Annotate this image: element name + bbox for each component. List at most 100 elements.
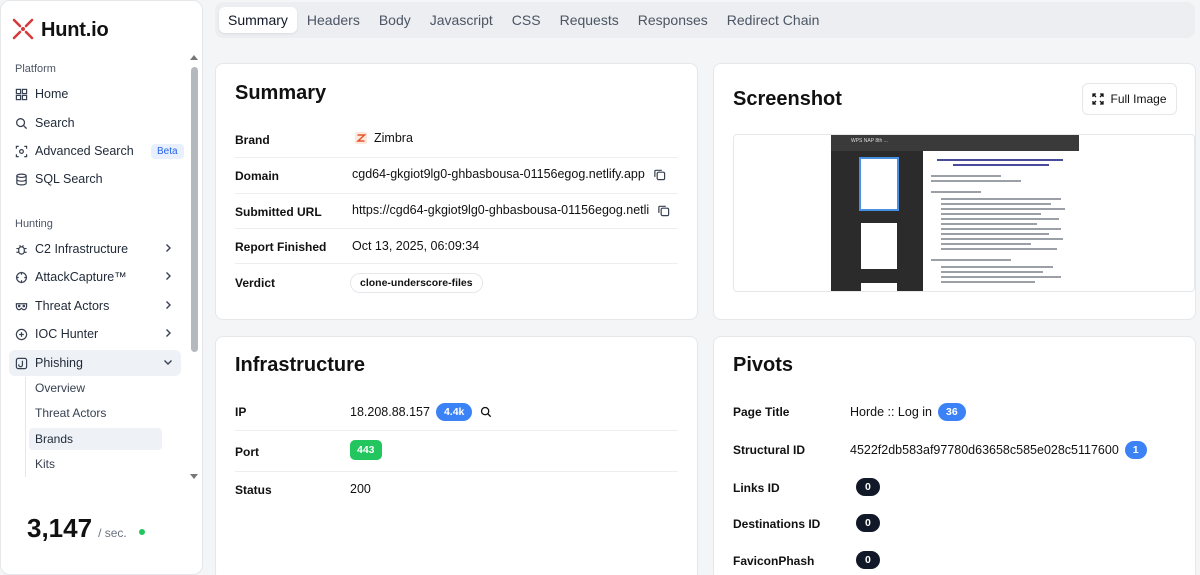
sidebar-item-home[interactable]: Home	[9, 81, 181, 107]
zimbra-logo-icon	[354, 131, 368, 145]
summary-title: Summary	[235, 82, 327, 104]
text-line	[941, 243, 1031, 245]
text-line	[931, 191, 981, 193]
sidebar-item-search[interactable]: Search	[9, 110, 181, 136]
full-image-label: Full Image	[1110, 92, 1167, 106]
live-status-dot	[138, 529, 145, 535]
submenu-divider	[25, 377, 26, 477]
tab-headers[interactable]: Headers	[298, 7, 369, 33]
sidebar-item-label: SQL Search	[35, 172, 103, 186]
ip-address[interactable]: 18.208.88.157	[350, 405, 430, 419]
page-title-value: Horde :: Log in 36	[850, 403, 966, 421]
scroll-down-arrow[interactable]	[190, 474, 198, 479]
tab-body[interactable]: Body	[370, 7, 420, 33]
full-image-button[interactable]: Full Image	[1082, 83, 1177, 115]
chevron-right-icon	[166, 244, 171, 252]
logo[interactable]: Hunt.io	[11, 17, 109, 44]
favicon-phash-value: 0	[856, 551, 880, 569]
destinations-id-label: Destinations ID	[733, 517, 821, 531]
structural-id-label: Structural ID	[733, 443, 806, 457]
pivots-title: Pivots	[733, 354, 794, 376]
screenshot-card: Screenshot Full Image WPS NAP 8th ...	[713, 63, 1196, 320]
brand-name: Zimbra	[374, 131, 413, 145]
sidebar-item-label: AttackCapture™	[35, 270, 127, 284]
sidebar-subitem-overview[interactable]: Overview	[29, 377, 162, 399]
text-line	[953, 164, 1049, 166]
text-line	[941, 238, 1063, 240]
beta-badge: Beta	[151, 143, 184, 159]
status-value: 200	[350, 482, 371, 496]
ip-count-badge[interactable]: 4.4k	[435, 403, 473, 421]
chevron-down-icon	[164, 360, 172, 365]
text-line	[941, 203, 1051, 205]
favicon-phash-count-badge[interactable]: 0	[856, 551, 880, 569]
links-id-count-badge[interactable]: 0	[856, 478, 880, 496]
domain-text[interactable]: cgd64-gkgiot9lg0-ghbasbousa-01156egog.ne…	[352, 167, 645, 181]
sidebar-item-advanced-search[interactable]: Advanced Search Beta	[9, 138, 184, 164]
target-icon	[15, 328, 28, 341]
sidebar-item-attackcapture[interactable]: AttackCapture™	[9, 264, 181, 290]
verdict-badge[interactable]: clone-underscore-files	[350, 273, 483, 293]
verdict-value: clone-underscore-files	[350, 273, 483, 293]
pdf-thumbnail	[861, 223, 897, 269]
search-icon[interactable]	[480, 406, 492, 418]
chevron-right-icon	[166, 329, 171, 337]
links-id-label: Links ID	[733, 481, 780, 495]
tab-summary[interactable]: Summary	[219, 7, 297, 33]
sidebar-subitem-kits[interactable]: Kits	[29, 453, 162, 475]
row-divider	[235, 471, 678, 472]
page-title-count-badge[interactable]: 36	[938, 403, 966, 421]
sidebar-item-sql-search[interactable]: SQL Search	[9, 166, 181, 192]
structural-id-text[interactable]: 4522f2db583af97780d63658c585e028c5117600	[850, 443, 1119, 457]
row-divider	[235, 157, 678, 158]
links-id-value: 0	[856, 478, 880, 496]
sidebar-item-threat-actors[interactable]: Threat Actors	[9, 293, 181, 319]
sidebar-item-label: C2 Infrastructure	[35, 242, 129, 256]
copy-icon[interactable]	[657, 204, 670, 217]
tab-redirect-chain[interactable]: Redirect Chain	[718, 7, 829, 33]
chevron-right-icon	[166, 272, 171, 280]
tab-responses[interactable]: Responses	[629, 7, 717, 33]
sidebar-subitem-threat-actors[interactable]: Threat Actors	[29, 402, 162, 424]
infrastructure-title: Infrastructure	[235, 354, 366, 376]
url-text[interactable]: https://cgd64-gkgiot9lg0-ghbasbousa-0115…	[352, 203, 649, 217]
text-line	[941, 228, 1061, 230]
page-title-text[interactable]: Horde :: Log in	[850, 405, 932, 419]
screenshot-preview[interactable]: WPS NAP 8th ...	[733, 134, 1195, 292]
pdf-thumbnail	[859, 157, 899, 211]
domain-label: Domain	[235, 169, 280, 183]
chevron-right-icon	[166, 301, 171, 309]
brand-label: Brand	[235, 133, 270, 147]
submitted-url-label: Submitted URL	[235, 205, 322, 219]
verdict-label: Verdict	[235, 276, 276, 290]
pdf-viewer-preview: WPS NAP 8th ...	[831, 135, 1079, 291]
text-line	[941, 271, 1043, 273]
tab-javascript[interactable]: Javascript	[421, 7, 502, 33]
ip-label: IP	[235, 405, 247, 419]
port-badge[interactable]: 443	[350, 440, 382, 460]
sidebar-item-c2-infrastructure[interactable]: C2 Infrastructure	[9, 236, 181, 262]
text-line	[941, 233, 1049, 235]
pdf-page	[923, 151, 1079, 291]
summary-card: Summary Brand Zimbra Domain cgd64-gkgiot…	[215, 63, 698, 320]
port-label: Port	[235, 445, 259, 459]
infrastructure-card: Infrastructure IP 18.208.88.157 4.4k Por…	[215, 336, 698, 575]
sidebar-item-ioc-hunter[interactable]: IOC Hunter	[9, 321, 181, 347]
sidebar-scrollbar[interactable]	[191, 67, 198, 352]
tab-css[interactable]: CSS	[503, 7, 550, 33]
ip-value: 18.208.88.157 4.4k	[350, 403, 492, 421]
report-finished-value: Oct 13, 2025, 06:09:34	[352, 239, 480, 253]
sidebar-item-phishing[interactable]: Phishing	[9, 350, 181, 376]
text-line	[941, 276, 1061, 278]
destinations-id-count-badge[interactable]: 0	[856, 514, 880, 532]
tab-requests[interactable]: Requests	[551, 7, 628, 33]
structural-id-count-badge[interactable]: 1	[1124, 441, 1147, 459]
screenshot-title: Screenshot	[733, 88, 842, 110]
sidebar-subitem-brands[interactable]: Brands	[29, 428, 162, 450]
copy-icon[interactable]	[653, 168, 666, 181]
crosshair-icon	[15, 271, 28, 284]
hook-icon	[15, 357, 28, 370]
scroll-up-arrow[interactable]	[190, 55, 198, 60]
status-label: Status	[235, 483, 272, 497]
sidebar-item-label: IOC Hunter	[35, 327, 99, 341]
